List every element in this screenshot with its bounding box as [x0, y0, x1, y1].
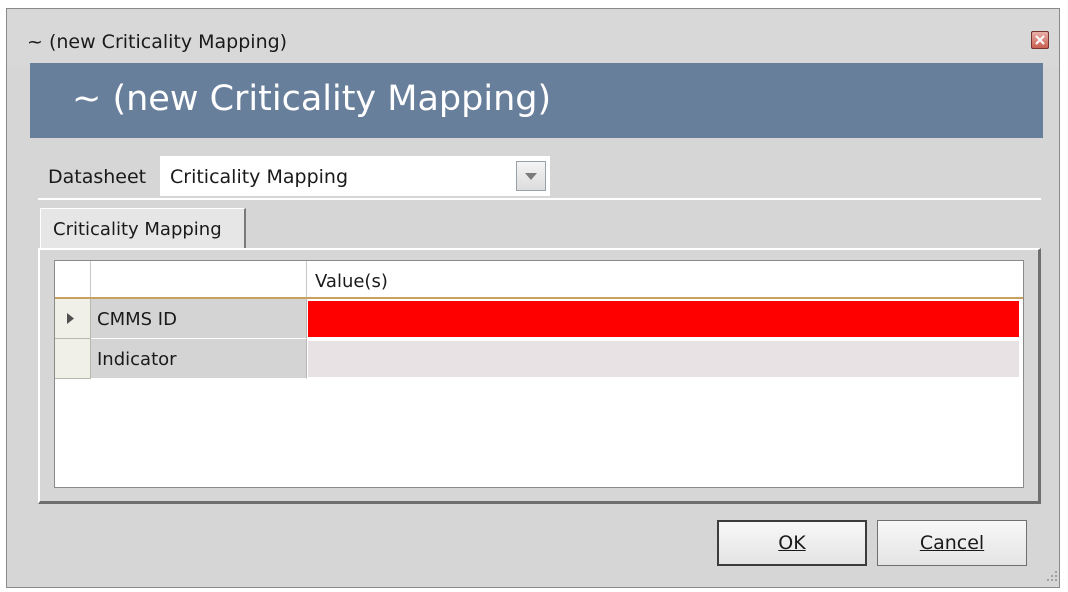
resize-grip-icon[interactable]	[1044, 568, 1058, 582]
field-name: Indicator	[97, 349, 177, 370]
datasheet-grid: Value(s) CMMS ID Indicator	[54, 260, 1024, 488]
tab-label: Criticality Mapping	[53, 219, 222, 240]
grid-header: Value(s)	[55, 261, 1023, 299]
row-selector[interactable]	[55, 339, 91, 379]
ok-button-label: OK	[778, 532, 806, 554]
field-name-cell: CMMS ID	[91, 299, 307, 339]
row-selector[interactable]	[55, 299, 91, 339]
grid-header-selector	[55, 261, 91, 297]
grid-header-field	[91, 261, 307, 297]
table-row[interactable]: CMMS ID	[55, 299, 1023, 339]
ok-button[interactable]: OK	[717, 520, 867, 566]
field-name-cell: Indicator	[91, 339, 307, 379]
tab-criticality-mapping[interactable]: Criticality Mapping	[40, 208, 246, 248]
title-bar: ~ (new Criticality Mapping)	[7, 9, 1059, 67]
grid-header-values: Value(s)	[307, 261, 1023, 297]
close-icon	[1035, 35, 1045, 45]
page-title: ~ (new Criticality Mapping)	[72, 79, 552, 119]
grid-header-values-label: Value(s)	[315, 271, 388, 292]
cancel-button[interactable]: Cancel	[877, 520, 1027, 566]
close-button[interactable]	[1031, 31, 1049, 49]
table-row[interactable]: Indicator	[55, 339, 1023, 379]
datasheet-select[interactable]: Criticality Mapping	[160, 156, 550, 196]
field-name: CMMS ID	[97, 309, 177, 330]
cmms-id-value-cell[interactable]	[308, 301, 1019, 337]
header-banner: ~ (new Criticality Mapping)	[30, 63, 1043, 138]
row-pointer-icon	[67, 313, 74, 324]
datasheet-label: Datasheet	[48, 166, 147, 188]
chevron-down-icon	[525, 173, 537, 180]
datasheet-selected-value: Criticality Mapping	[170, 166, 349, 188]
separator	[38, 198, 1041, 200]
indicator-value-cell[interactable]	[308, 341, 1019, 377]
datasheet-dropdown-button[interactable]	[516, 161, 546, 191]
window-title: ~ (new Criticality Mapping)	[27, 31, 288, 53]
cancel-button-label: Cancel	[919, 532, 985, 554]
